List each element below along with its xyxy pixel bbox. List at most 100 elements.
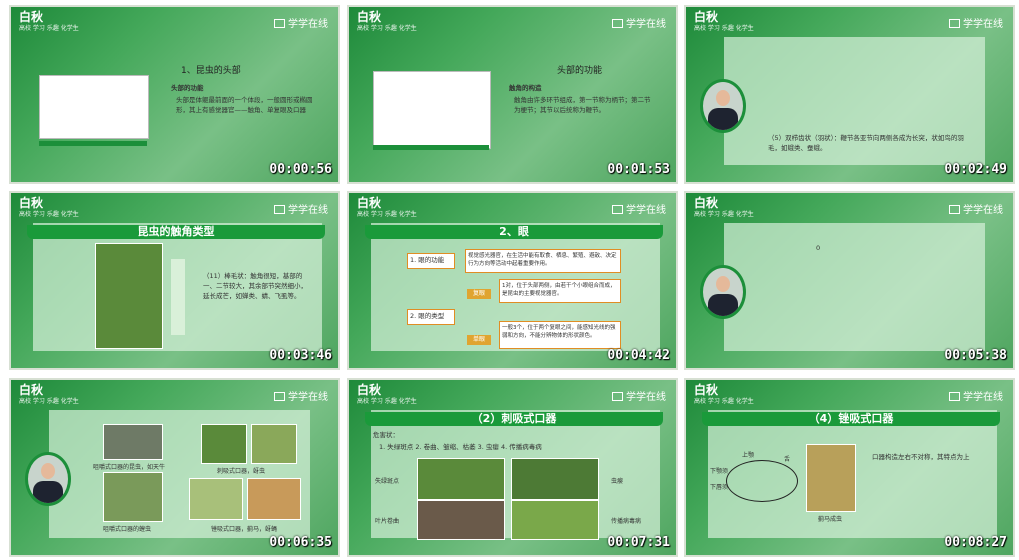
thrips-photo-1 bbox=[189, 478, 243, 520]
logo: 白秋 高校 学习 乐趣 化学生 bbox=[357, 196, 417, 218]
brand: 学学在线 bbox=[949, 201, 1003, 216]
slide-heading: 头部的功能 bbox=[171, 84, 204, 92]
brand: 学学在线 bbox=[274, 15, 328, 30]
leaf-photo-2 bbox=[511, 458, 599, 500]
video-thumbnail-2[interactable]: 白秋 高校 学习 乐趣 化学生 学学在线 头部的功能 触角的构造 触角由许多环节组… bbox=[347, 5, 678, 184]
thrips-photo-2 bbox=[247, 478, 301, 520]
logo: 白秋 高校 学习 乐趣 化学生 bbox=[19, 196, 79, 218]
logo: 白秋 高校 学习 乐趣 化学生 bbox=[357, 10, 417, 32]
video-thumbnail-5[interactable]: 白秋 高校 学习 乐趣 化学生 学学在线 2、眼 1. 眼的功能 视觉感光器官，在… bbox=[347, 191, 678, 370]
timestamp: 00:05:38 bbox=[944, 348, 1007, 363]
brand: 学学在线 bbox=[274, 388, 328, 403]
slide-title: （2）刺吸式口器 bbox=[365, 412, 663, 426]
leaf-photo-1 bbox=[417, 458, 505, 500]
brand-icon bbox=[949, 205, 960, 214]
logo: 白秋 高校 学习 乐趣 化学生 bbox=[694, 196, 754, 218]
brand-icon bbox=[274, 205, 285, 214]
leaf-photo-4 bbox=[511, 500, 599, 540]
compound-eye-text: 1对，位于头部两侧，由若干个小眼组合而成，是昆虫的主要视觉器官。 bbox=[499, 279, 621, 303]
brand: 学学在线 bbox=[612, 15, 666, 30]
logo: 白秋 高校 学习 乐趣 化学生 bbox=[19, 383, 79, 405]
green-bar bbox=[39, 141, 147, 146]
slide-panel bbox=[724, 223, 985, 351]
timestamp: 00:03:46 bbox=[269, 348, 332, 363]
beetle-photo bbox=[103, 424, 163, 460]
presenter-avatar bbox=[700, 265, 746, 319]
timestamp: 00:06:35 bbox=[269, 535, 332, 550]
video-thumbnail-6[interactable]: 白秋 高校 学习 乐趣 化学生 学学在线 0 00:05:38 bbox=[684, 191, 1015, 370]
slide-title: 1、昆虫的头部 bbox=[181, 66, 241, 76]
green-bar bbox=[373, 145, 489, 150]
compound-eye-tag: 复眼 bbox=[467, 289, 491, 299]
label-right-1: 虫瘿 bbox=[611, 478, 624, 485]
eye-function-text: 视觉感光器官，在生活中能有取食、栖息、繁殖、避敌、决定行为方向等活动中起着重要作… bbox=[465, 249, 621, 273]
timestamp: 00:02:49 bbox=[944, 162, 1007, 177]
slide-text: （5）双栉齿状（羽状）：鞭节各亚节向两侧各成为长突，状如鸟的羽毛，如蛾类、蚕蛾。 bbox=[768, 134, 964, 152]
brand-icon bbox=[612, 205, 623, 214]
brand-icon bbox=[949, 19, 960, 28]
presenter-avatar bbox=[700, 79, 746, 133]
antenna-drawing bbox=[171, 259, 185, 335]
damage-list: 1. 失绿斑点 2. 卷曲、皱缩、枯萎 3. 虫瘿 4. 传播病毒病 bbox=[379, 443, 542, 451]
aphid-photo-2 bbox=[251, 424, 297, 464]
antenna-diagram bbox=[373, 71, 491, 149]
simple-eye-tag: 单眼 bbox=[467, 335, 491, 345]
brand: 学学在线 bbox=[274, 201, 328, 216]
label-3: 下唇须 bbox=[710, 484, 729, 491]
locust-photo bbox=[103, 472, 163, 522]
brand-icon bbox=[949, 392, 960, 401]
brand: 学学在线 bbox=[949, 388, 1003, 403]
logo: 白秋 高校 学习 乐趣 化学生 bbox=[694, 383, 754, 405]
timestamp: 00:00:56 bbox=[269, 162, 332, 177]
brand: 学学在线 bbox=[612, 388, 666, 403]
logo: 白秋 高校 学习 乐趣 化学生 bbox=[694, 10, 754, 32]
label-left-2: 叶片卷曲 bbox=[375, 518, 400, 525]
video-thumbnail-3[interactable]: 白秋 高校 学习 乐趣 化学生 学学在线 （5）双栉齿状（羽状）：鞭节各亚节向两侧… bbox=[684, 5, 1015, 184]
label-left-1: 失绿斑点 bbox=[375, 478, 400, 485]
slide-heading: 触角的构造 bbox=[509, 84, 542, 92]
video-thumbnail-4[interactable]: 白秋 高校 学习 乐趣 化学生 学学在线 昆虫的触角类型 （11）棒毛状：触角很短… bbox=[9, 191, 340, 370]
eye-function-box: 1. 眼的功能 bbox=[407, 253, 455, 269]
timestamp: 00:07:31 bbox=[607, 535, 670, 550]
label-2: 下颚须 bbox=[710, 468, 729, 475]
eye-type-box: 2. 眼的类型 bbox=[407, 309, 455, 325]
label-1: 上颚 bbox=[742, 452, 755, 459]
slide-title: 头部的功能 bbox=[557, 66, 603, 76]
aphid-photo-1 bbox=[201, 424, 247, 464]
presenter-avatar bbox=[25, 452, 71, 506]
caption-3: 咀嚼式口器的蝗虫 bbox=[103, 526, 152, 533]
mouthpart-diagram bbox=[726, 460, 798, 502]
slide-title: 2、眼 bbox=[365, 225, 663, 239]
slide-title: （4）锉吸式口器 bbox=[702, 412, 1000, 426]
label-right-2: 传播病毒病 bbox=[611, 518, 642, 525]
brand-icon bbox=[612, 392, 623, 401]
slide-text: （11）棒毛状：触角很短，基部的一、二节较大，其余部节突然细小，延长成芒，如蝉类… bbox=[203, 272, 307, 300]
insect-photo bbox=[95, 243, 163, 349]
timestamp: 00:01:53 bbox=[607, 162, 670, 177]
timestamp: 00:04:42 bbox=[607, 348, 670, 363]
caption-2: 刺吸式口器，蚜虫 bbox=[217, 468, 266, 475]
brand: 学学在线 bbox=[612, 201, 666, 216]
brand-icon bbox=[612, 19, 623, 28]
video-thumbnail-8[interactable]: 白秋 高校 学习 乐趣 化学生 学学在线 （2）刺吸式口器 危害状： 1. 失绿斑… bbox=[347, 378, 678, 557]
damage-header: 危害状： bbox=[373, 431, 399, 439]
video-thumbnail-9[interactable]: 白秋 高校 学习 乐趣 化学生 学学在线 （4）锉吸式口器 上颚 下颚须 下唇须 … bbox=[684, 378, 1015, 557]
timestamp: 00:08:27 bbox=[944, 535, 1007, 550]
logo: 白秋 高校 学习 乐趣 化学生 bbox=[19, 10, 79, 32]
brand: 学学在线 bbox=[949, 15, 1003, 30]
simple-eye-text: 一般3个，位于两个复眼之间，能感知光线的强弱和方向，不能分辨物体的形状颜色。 bbox=[499, 321, 621, 349]
leaf-photo-3 bbox=[417, 500, 505, 540]
brand-icon bbox=[274, 19, 285, 28]
slide-text: 头部是体躯最前面的一个体段，一般圆形或椭圆形，其上有感觉器官——触角、单复眼及口… bbox=[176, 96, 313, 114]
video-thumbnail-7[interactable]: 白秋 高校 学习 乐趣 化学生 学学在线 咀嚼式口器的昆虫，如天牛 刺吸式口器，蚜… bbox=[9, 378, 340, 557]
label-4: 舌 bbox=[784, 456, 791, 463]
slide-title: 昆虫的触角类型 bbox=[27, 225, 325, 239]
insect-head-diagram bbox=[39, 75, 149, 139]
slide-text: 口器构造左右不对称，其特点为上 bbox=[872, 453, 970, 461]
slide-text: 0 bbox=[816, 244, 821, 252]
caption-1: 咀嚼式口器的昆虫，如天牛 bbox=[93, 464, 166, 471]
video-thumbnail-1[interactable]: 白秋 高校 学习 乐趣 化学生 学学在线 1、昆虫的头部 头部的功能 头部是体躯最… bbox=[9, 5, 340, 184]
caption-4: 锉吸式口器，蓟马，蚜蝇 bbox=[211, 526, 278, 533]
logo: 白秋 高校 学习 乐趣 化学生 bbox=[357, 383, 417, 405]
slide-text: 触角由许多环节组成，第一节称为柄节；第二节为梗节；其节以后统称为鞭节。 bbox=[514, 96, 651, 114]
